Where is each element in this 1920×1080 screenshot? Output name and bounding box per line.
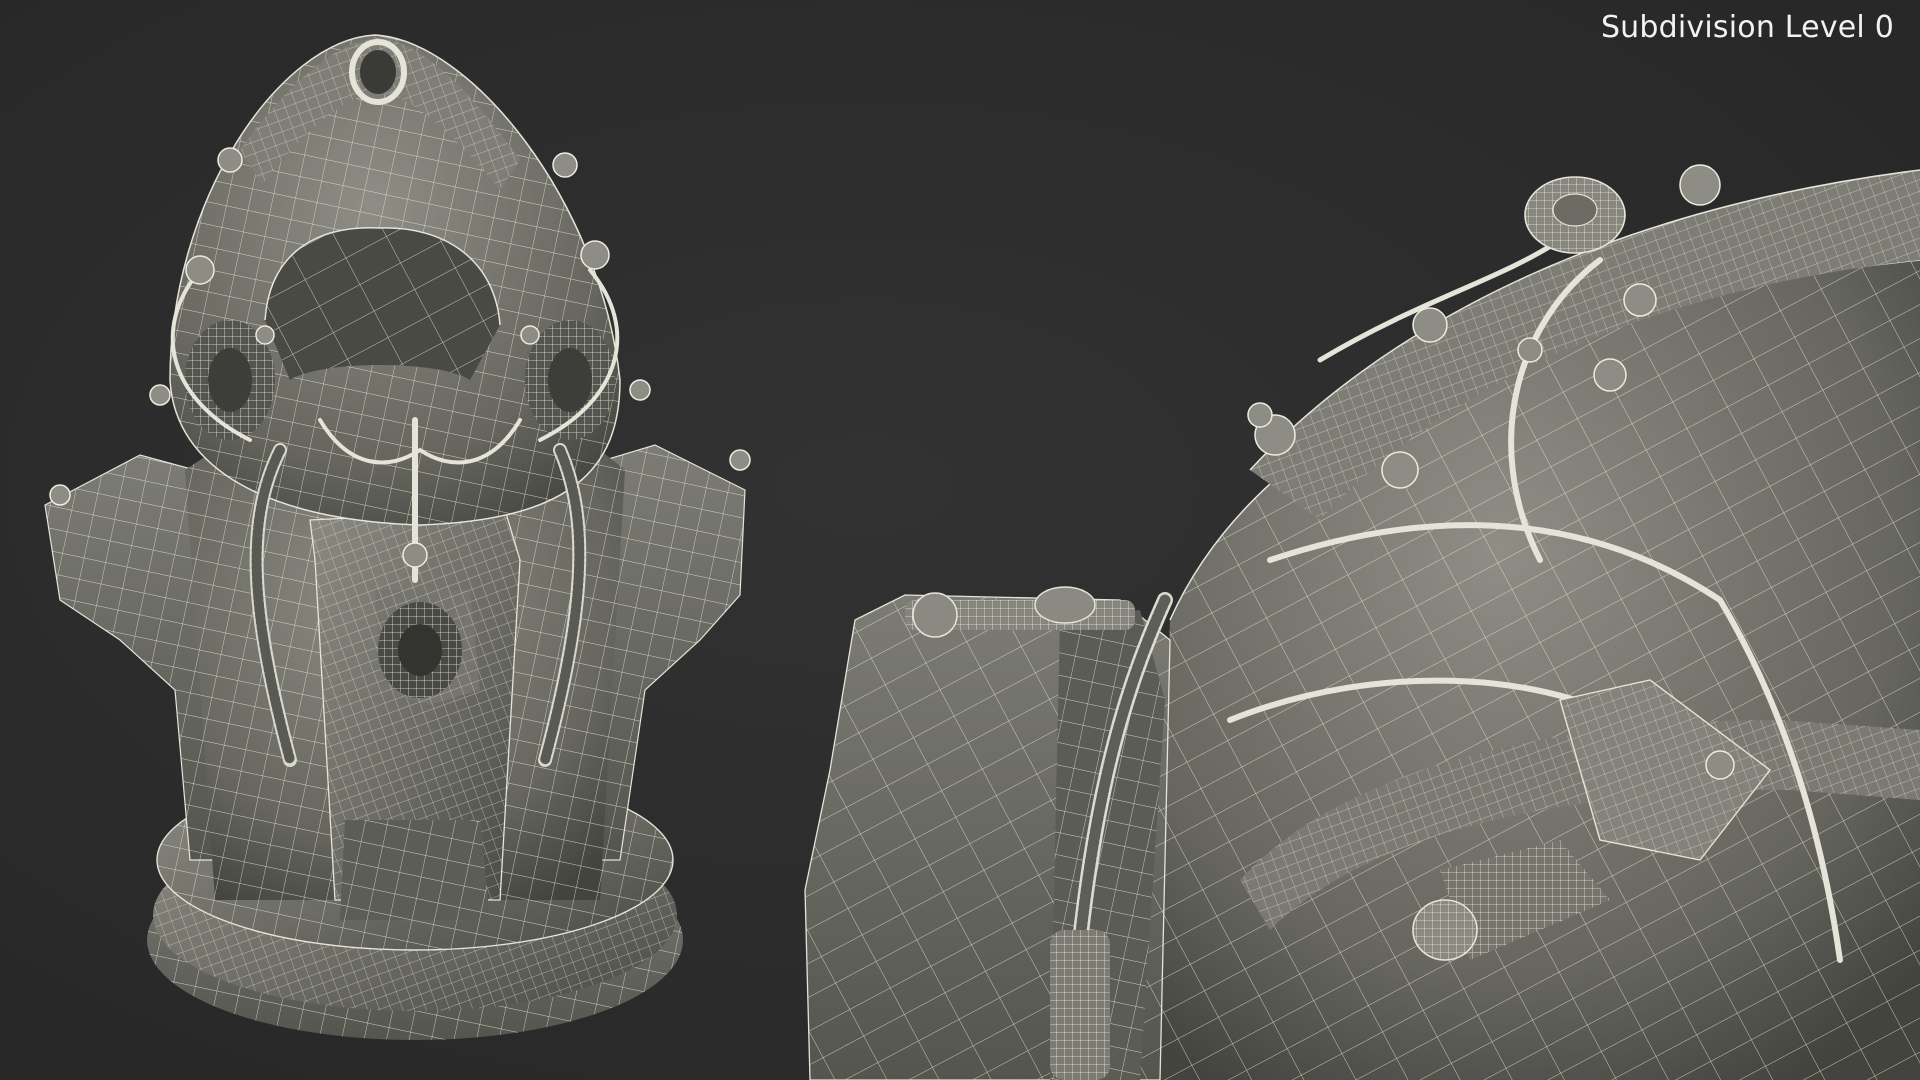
closeup-hose-cuff (1050, 930, 1110, 1080)
helmet-closeup-view (804, 164, 1920, 1080)
subdivision-level-label: Subdivision Level 0 (1600, 10, 1894, 45)
closeup-shoulder-block (804, 594, 1171, 1080)
closeup-front-disc (1524, 176, 1626, 254)
closeup-side-pipe (905, 586, 1135, 638)
helmet-front-view (44, 34, 751, 1040)
closeup-dome-surface (1155, 259, 1920, 1080)
wireframe-render (44, 34, 1920, 1080)
render-viewport: Subdivision Level 0 (0, 0, 1920, 1080)
helmet-mouth-port (375, 590, 480, 705)
